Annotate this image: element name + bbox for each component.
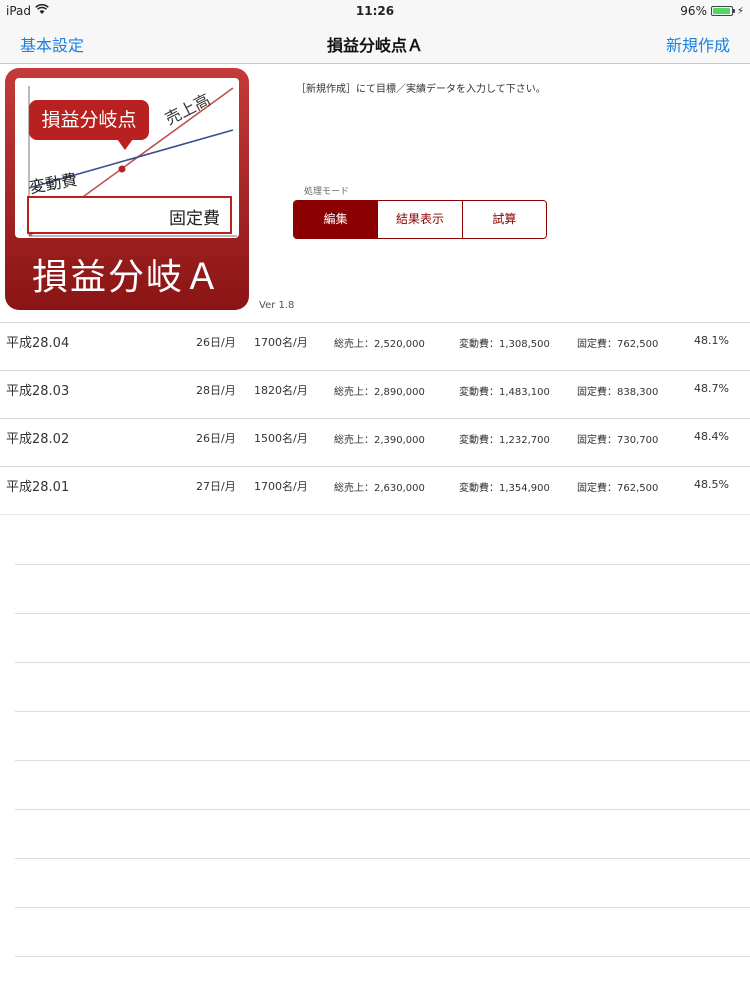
charging-icon: ⚡ bbox=[736, 5, 744, 17]
logo-caption: 損益分岐Ａ bbox=[31, 257, 222, 298]
empty-row-separator bbox=[15, 712, 750, 761]
empty-row-separator bbox=[15, 859, 750, 908]
ratio-cell: 48.5% bbox=[694, 478, 729, 491]
navigation-bar: 基本設定 損益分岐点Ａ 新規作成 bbox=[0, 22, 750, 64]
variable-cost-cell: 変動費：1,308,500 bbox=[459, 339, 550, 350]
fixed-cost-cell: 固定費：730,700 bbox=[577, 435, 659, 446]
period-cell: 平成28.04 bbox=[6, 336, 70, 351]
variable-cost-cell: 変動費：1,483,100 bbox=[459, 387, 550, 398]
battery-icon bbox=[710, 6, 735, 16]
empty-row-separator bbox=[15, 516, 750, 565]
mode-result-segment[interactable]: 結果表示 bbox=[377, 201, 462, 238]
table-row[interactable]: 平成28.03 28日/月 1820名/月 総売上：2,890,000 変動費：… bbox=[0, 370, 750, 419]
days-cell: 26日/月 bbox=[196, 336, 236, 349]
people-cell: 1700名/月 bbox=[254, 336, 308, 349]
people-cell: 1820名/月 bbox=[254, 384, 308, 397]
mode-edit-segment[interactable]: 編集 bbox=[294, 201, 378, 238]
status-bar: iPad 11:26 96% ⚡ bbox=[0, 0, 750, 22]
variable-cost-cell: 変動費：1,232,700 bbox=[459, 435, 550, 446]
variable-cost-cell: 変動費：1,354,900 bbox=[459, 483, 550, 494]
empty-row-separator bbox=[15, 810, 750, 859]
fixed-cost-cell: 固定費：762,500 bbox=[577, 483, 659, 494]
empty-list-area bbox=[15, 516, 750, 957]
period-cell: 平成28.01 bbox=[6, 480, 70, 495]
people-cell: 1500名/月 bbox=[254, 432, 308, 445]
logo-fixed-cost-label: 固定費 bbox=[169, 209, 220, 229]
empty-row-separator bbox=[15, 761, 750, 810]
table-row[interactable]: 平成28.02 26日/月 1500名/月 総売上：2,390,000 変動費：… bbox=[0, 418, 750, 467]
period-cell: 平成28.03 bbox=[6, 384, 70, 399]
version-label: Ver 1.8 bbox=[259, 300, 295, 311]
page-title: 損益分岐点Ａ bbox=[326, 36, 423, 55]
days-cell: 27日/月 bbox=[196, 480, 236, 493]
logo-breakeven-bubble: 損益分岐点 bbox=[29, 100, 149, 150]
empty-row-separator bbox=[15, 565, 750, 614]
mode-segmented-control: 編集 結果表示 試算 bbox=[293, 200, 547, 239]
days-cell: 26日/月 bbox=[196, 432, 236, 445]
fixed-cost-cell: 固定費：762,500 bbox=[577, 339, 659, 350]
battery-percent: 96% bbox=[680, 4, 707, 18]
fixed-cost-cell: 固定費：838,300 bbox=[577, 387, 659, 398]
days-cell: 28日/月 bbox=[196, 384, 236, 397]
logo-fixed-cost-box: 固定費 bbox=[27, 196, 232, 234]
records-table: 平成28.04 26日/月 1700名/月 総売上：2,520,000 変動費：… bbox=[0, 322, 750, 515]
ratio-cell: 48.4% bbox=[694, 430, 729, 443]
mode-trial-segment[interactable]: 試算 bbox=[461, 201, 546, 238]
ratio-cell: 48.7% bbox=[694, 382, 729, 395]
empty-row-separator bbox=[15, 614, 750, 663]
empty-row-separator bbox=[15, 908, 750, 957]
period-cell: 平成28.02 bbox=[6, 432, 70, 447]
logo-chart: 固定費 損益分岐点 売上高 変動費 bbox=[15, 78, 239, 238]
mode-label: 処理モード bbox=[304, 187, 350, 197]
table-row[interactable]: 平成28.04 26日/月 1700名/月 総売上：2,520,000 変動費：… bbox=[0, 322, 750, 371]
people-cell: 1700名/月 bbox=[254, 480, 308, 493]
sales-cell: 総売上：2,520,000 bbox=[334, 339, 425, 350]
sales-cell: 総売上：2,890,000 bbox=[334, 387, 425, 398]
instruction-text: ［新規作成］にて目標／実績データを入力して下さい。 bbox=[296, 84, 546, 95]
status-right: 96% ⚡ bbox=[680, 4, 744, 18]
app-logo: 固定費 損益分岐点 売上高 変動費 損益分岐Ａ bbox=[5, 68, 249, 310]
new-entry-button[interactable]: 新規作成 bbox=[666, 32, 730, 56]
table-row[interactable]: 平成28.01 27日/月 1700名/月 総売上：2,630,000 変動費：… bbox=[0, 466, 750, 515]
ratio-cell: 48.1% bbox=[694, 334, 729, 347]
empty-row-separator bbox=[15, 663, 750, 712]
sales-cell: 総売上：2,630,000 bbox=[334, 483, 425, 494]
sales-cell: 総売上：2,390,000 bbox=[334, 435, 425, 446]
clock: 11:26 bbox=[355, 4, 395, 18]
